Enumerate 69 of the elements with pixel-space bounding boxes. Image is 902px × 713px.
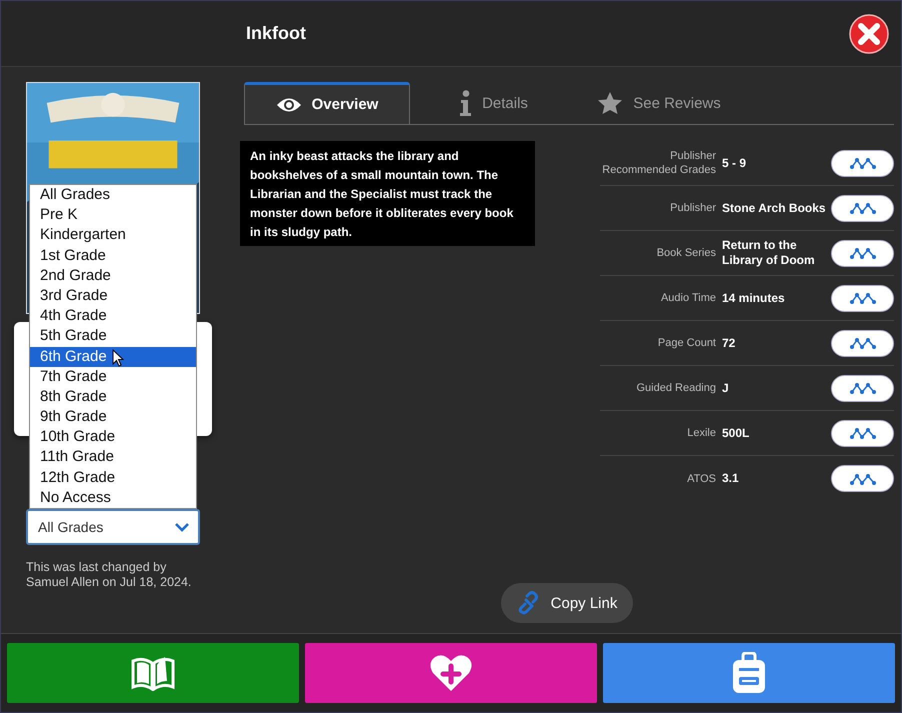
tab[interactable]: Details [410,82,576,124]
grade-option[interactable]: 7th Grade [30,366,196,387]
grade-select[interactable]: All Grades [26,509,200,545]
grade-option[interactable]: Kindergarten [30,225,196,246]
network-icon [850,382,876,394]
grade-option[interactable]: 12th Grade [30,468,196,488]
change-note: This was last changed by Samuel Allen on Jul 18, 2024. [26,560,192,590]
detail-label: Book Series [656,246,716,260]
grade-option[interactable]: 8th Grade [30,386,196,408]
heart-plus-icon [429,653,473,693]
detail-label: Publisher [669,201,716,215]
related-button[interactable] [831,465,894,492]
related-button[interactable] [831,240,894,266]
close-icon[interactable] [849,14,889,54]
star-icon [597,91,624,115]
network-icon [850,472,876,484]
detail-value: 72 [722,336,736,350]
backpack-button[interactable] [603,643,895,703]
related-button[interactable] [831,284,894,312]
related-button[interactable] [831,420,894,446]
detail-value: 5 - 9 [722,156,748,170]
grade-option[interactable]: 3rd Grade [30,286,196,306]
grade-option[interactable]: 11th Grade [30,447,196,468]
read-button[interactable] [7,643,299,703]
grade-option[interactable]: No Access [30,488,196,508]
detail-value: 14 minutes [722,290,786,306]
detail-value: Return to the Library of Doom [722,238,816,268]
favorite-button[interactable] [305,643,597,703]
grade-option[interactable]: Pre K [30,205,196,226]
eye-icon [276,96,302,114]
related-button[interactable] [831,374,894,402]
detail-label: ATOS [686,472,716,486]
cursor-icon [112,348,124,366]
network-icon [850,427,876,439]
detail-value: 500L [722,426,750,440]
copy-link-button[interactable]: Copy Link [500,583,634,623]
link-icon [516,591,541,615]
grade-option[interactable]: 5th Grade [30,326,196,346]
grade-option[interactable]: 2nd Grade [30,266,196,286]
grade-option[interactable]: 10th Grade [30,427,196,448]
tab[interactable]: Overview [244,82,410,124]
detail-value: Stone Arch Books [722,200,826,216]
chevron-down-icon [174,522,190,532]
related-button[interactable] [831,194,894,222]
network-icon [850,337,876,349]
backpack-icon [731,652,767,694]
network-icon [850,247,876,259]
detail-label: Page Count [656,336,716,350]
grade-option[interactable]: 1st Grade [30,246,196,266]
detail-value: J [722,380,730,396]
grade-option[interactable]: 4th Grade [30,306,196,326]
grade-option[interactable]: All Grades [30,185,196,206]
detail-label: Publisher Recommended Grades [601,149,716,177]
detail-value: 3.1 [722,471,740,486]
book-description: An inky beast attacks the library and bookshelves of a small mountain town. The Librarian and the Specialist must track the monster down before it obliterates every book in its sludgy path. [240,141,535,246]
related-button[interactable] [831,150,894,176]
detail-label: Lexile [686,426,716,440]
tab[interactable]: See Reviews [576,82,742,124]
related-button[interactable] [831,330,894,356]
network-icon [850,292,876,304]
network-icon [850,202,876,214]
info-icon [458,90,472,116]
book-icon [131,655,175,691]
window-title: Inkfoot [246,23,306,44]
grade-option[interactable]: 9th Grade [30,407,196,428]
network-icon [850,157,876,169]
detail-label: Audio Time [660,291,716,305]
detail-label: Guided Reading [635,381,716,395]
grade-option[interactable]: 6th Grade [30,346,196,367]
